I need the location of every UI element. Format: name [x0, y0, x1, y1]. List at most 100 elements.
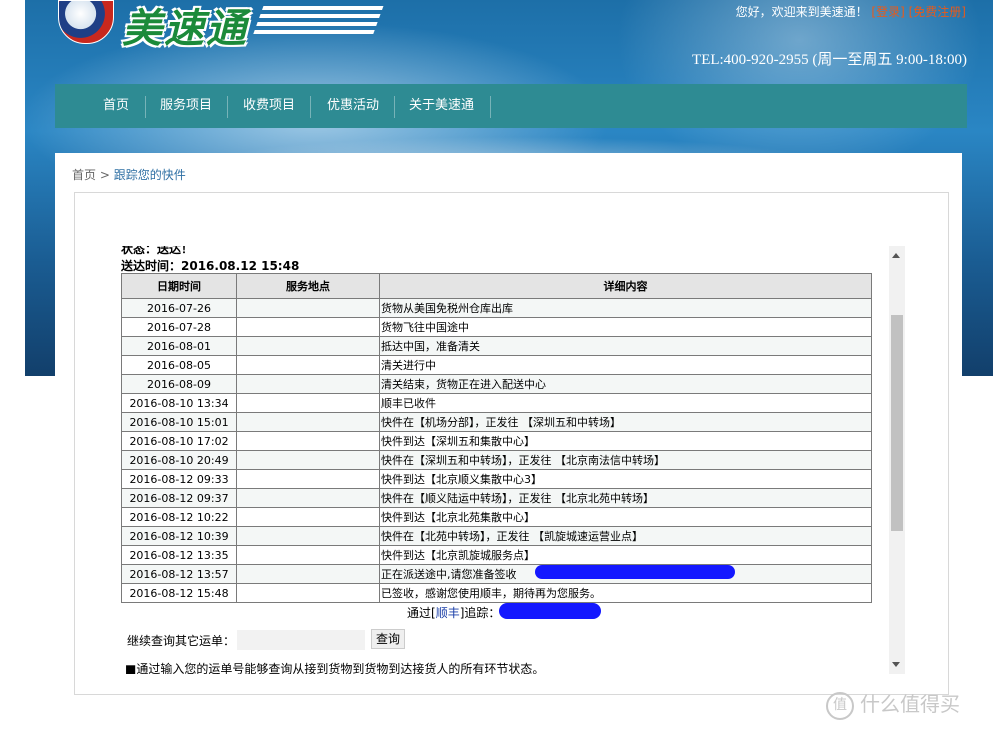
table-row: 2016-08-12 09:33 快件到达【北京顺义集散中心3】	[121, 469, 872, 489]
row-time: 2016-07-26	[121, 298, 237, 318]
watermark-logo-icon: 值	[826, 691, 854, 720]
nav-divider	[145, 96, 146, 118]
row-detail: 快件在【机场分部】，正发往 【深圳五和中转场】	[379, 412, 872, 432]
row-time: 2016-08-12 09:33	[121, 469, 237, 489]
welcome-text: 您好，欢迎来到美速通！	[735, 5, 868, 19]
status-line: 状态：送达！	[121, 246, 194, 256]
row-place	[236, 526, 380, 546]
scrollbar-thumb[interactable]	[891, 315, 903, 531]
row-place	[236, 317, 380, 337]
nav-item-fees[interactable]: 收费项目	[243, 84, 295, 128]
row-time: 2016-08-10 20:49	[121, 450, 237, 470]
table-row: 2016-08-09 清关结束，货物正在进入配送中心	[121, 374, 872, 394]
row-time: 2016-08-05	[121, 355, 237, 375]
row-place	[236, 431, 380, 451]
table-header-row: 日期时间 服务地点 详细内容	[121, 273, 872, 299]
nav-item-home[interactable]: 首页	[103, 84, 129, 128]
watermark: 值什么值得买	[826, 688, 960, 720]
row-time: 2016-08-01	[121, 336, 237, 356]
continue-query-row: 继续查询其它运单： 查询	[127, 629, 406, 651]
row-detail: 货物飞往中国途中	[379, 317, 872, 337]
row-time: 2016-08-10 13:34	[121, 393, 237, 413]
nav-divider	[490, 96, 491, 118]
frame-scrollbar[interactable]	[889, 246, 905, 674]
nav-divider	[394, 96, 395, 118]
nav-divider	[310, 96, 311, 118]
row-place	[236, 507, 380, 527]
query-button[interactable]: 查询	[371, 629, 406, 649]
logo-text: 美速通	[122, 6, 248, 52]
scroll-up-arrow-icon[interactable]	[892, 253, 900, 258]
table-row: 2016-08-10 20:49 快件在【深圳五和中转场】，正发往 【北京南法信中…	[121, 450, 872, 470]
table-row: 2016-08-12 09:37 快件在【顺义陆运中转场】，正发往 【北京北苑中转…	[121, 488, 872, 508]
row-detail: 货物从美国免税州仓库出库	[379, 298, 872, 318]
row-time: 2016-08-12 13:35	[121, 545, 237, 565]
table-row: 2016-08-01 抵达中国，准备清关	[121, 336, 872, 356]
row-time: 2016-08-10 15:01	[121, 412, 237, 432]
row-place	[236, 545, 380, 565]
welcome-bar: 您好，欢迎来到美速通！ [登录] [免费注册]	[736, 3, 966, 20]
tracking-frame[interactable]: 状态：送达！ 送达时间：2016.08.12 15:48 日期时间 服务地点 详…	[113, 246, 905, 674]
row-detail: 快件到达【北京凯旋城服务点】	[379, 545, 872, 565]
tracking-note: ■通过输入您的运单号能够查询从接到货物到货物到达接货人的所有环节状态。	[125, 662, 545, 674]
table-row: 2016-08-12 15:48 已签收，感谢您使用顺丰，期待再为您服务。	[121, 583, 872, 603]
via-suffix: ]追踪：	[459, 606, 501, 620]
row-place	[236, 564, 380, 584]
logo-globe-icon	[58, 0, 114, 44]
tracking-rows: 2016-07-26 货物从美国免税州仓库出库 2016-07-28 货物飞往中国途…	[121, 298, 872, 603]
row-place	[236, 336, 380, 356]
nav-item-about[interactable]: 关于美速通	[409, 84, 474, 128]
nav-item-services[interactable]: 服务项目	[160, 84, 212, 128]
via-prefix: 通过[	[407, 606, 436, 620]
breadcrumb: 首页 > 跟踪您的快件	[72, 166, 186, 183]
redaction-mark	[499, 603, 601, 619]
row-detail: 快件在【顺义陆运中转场】，正发往 【北京北苑中转场】	[379, 488, 872, 508]
carrier-trace-line: 通过[顺丰]追踪：	[407, 604, 500, 621]
row-detail: 快件到达【深圳五和集散中心】	[379, 431, 872, 451]
row-place	[236, 393, 380, 413]
column-header-detail: 详细内容	[379, 273, 872, 299]
row-place	[236, 355, 380, 375]
column-header-datetime: 日期时间	[121, 273, 237, 299]
row-detail: 快件在【深圳五和中转场】，正发往 【北京南法信中转场】	[379, 450, 872, 470]
row-detail: 快件到达【北京北苑集散中心】	[379, 507, 872, 527]
row-place	[236, 469, 380, 489]
row-time: 2016-08-12 13:57	[121, 564, 237, 584]
row-time: 2016-08-12 10:39	[121, 526, 237, 546]
row-detail: 快件在【北苑中转场】，正发往 【凯旋城速运营业点】	[379, 526, 872, 546]
carrier-link[interactable]: 顺丰	[436, 606, 460, 620]
breadcrumb-home[interactable]: 首页	[72, 168, 96, 182]
table-row: 2016-08-10 17:02 快件到达【深圳五和集散中心】	[121, 431, 872, 451]
tracking-table: 日期时间 服务地点 详细内容 2016-07-26 货物从美国免税州仓库出库 20…	[121, 273, 872, 603]
nav-item-promotions[interactable]: 优惠活动	[327, 84, 379, 128]
row-detail: 快件到达【北京顺义集散中心3】	[379, 469, 872, 489]
column-header-location: 服务地点	[236, 273, 380, 299]
row-place	[236, 298, 380, 318]
table-row: 2016-07-28 货物飞往中国途中	[121, 317, 872, 337]
site-logo[interactable]: 美速通	[58, 0, 384, 52]
contact-phone: TEL:400-920-2955 (周一至周五 9:00-18:00)	[692, 52, 967, 68]
delivery-time: 送达时间：2016.08.12 15:48	[121, 259, 300, 273]
register-link[interactable]: [免费注册]	[909, 5, 966, 19]
row-detail: 顺丰已收件	[379, 393, 872, 413]
watermark-text: 什么值得买	[860, 692, 960, 716]
redaction-mark	[535, 565, 735, 579]
row-time: 2016-08-12 10:22	[121, 507, 237, 527]
row-time: 2016-08-12 15:48	[121, 583, 237, 603]
main-nav: 首页 服务项目 收费项目 优惠活动 关于美速通	[55, 84, 967, 128]
breadcrumb-current: 跟踪您的快件	[113, 168, 186, 182]
nav-divider	[227, 96, 228, 118]
table-row: 2016-08-12 10:22 快件到达【北京北苑集散中心】	[121, 507, 872, 527]
row-place	[236, 450, 380, 470]
waybill-input[interactable]	[236, 629, 366, 651]
scroll-down-arrow-icon[interactable]	[892, 662, 900, 667]
login-link[interactable]: [登录]	[871, 5, 904, 19]
table-row: 2016-08-05 清关进行中	[121, 355, 872, 375]
table-row: 2016-08-10 15:01 快件在【机场分部】，正发往 【深圳五和中转场】	[121, 412, 872, 432]
table-row: 2016-08-12 13:57 正在派送途中,请您准备签收	[121, 564, 872, 584]
table-row: 2016-07-26 货物从美国免税州仓库出库	[121, 298, 872, 318]
table-row: 2016-08-12 13:35 快件到达【北京凯旋城服务点】	[121, 545, 872, 565]
continue-query-label: 继续查询其它运单：	[127, 634, 236, 648]
breadcrumb-separator: >	[99, 168, 110, 182]
row-detail: 抵达中国，准备清关	[379, 336, 872, 356]
